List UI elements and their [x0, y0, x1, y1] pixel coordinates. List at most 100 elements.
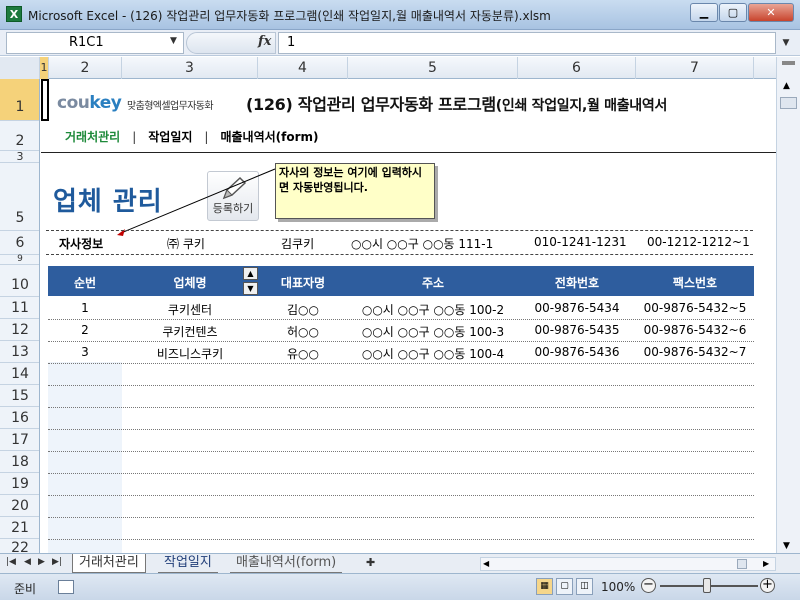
status-text: 준비 — [14, 582, 37, 596]
row-header[interactable]: 18 — [0, 451, 39, 473]
row-header[interactable]: 1 — [0, 79, 39, 121]
comment-tooltip: 자사의 정보는 여기에 입력하시면 자동반영됩니다. — [275, 163, 435, 219]
table-cell[interactable]: 허○○ — [258, 323, 348, 340]
row-header[interactable]: 15 — [0, 385, 39, 407]
table-cell[interactable]: 00-9876-5436 — [518, 345, 636, 359]
table-cell[interactable]: 쿠키컨텐츠 — [122, 323, 258, 340]
column-header[interactable]: 2 — [49, 57, 122, 79]
seq-column-fill — [48, 362, 122, 553]
row-header[interactable]: 10 — [0, 265, 39, 297]
split-handle[interactable] — [782, 61, 795, 65]
table-cell[interactable]: 00-9876-5432~5 — [636, 301, 754, 315]
sort-up-button[interactable]: ▲ — [243, 267, 258, 280]
column-header[interactable]: 6 — [518, 57, 636, 79]
row-header[interactable]: 22 — [0, 539, 39, 553]
table-cell[interactable]: 3 — [48, 345, 122, 359]
row-header[interactable]: 21 — [0, 517, 39, 539]
row-header[interactable]: 20 — [0, 495, 39, 517]
tab-sales[interactable]: 매출내역서(form) — [230, 554, 343, 573]
table-cell[interactable]: ○○시 ○○구 ○○동 100-3 — [348, 323, 518, 340]
table-cell[interactable]: 1 — [48, 301, 122, 315]
worksheet[interactable]: coukey 맞춤형엑셀업무자동화 (126) 작업관리 업무자동화 프로그램(… — [41, 79, 776, 553]
zoom-in-button[interactable]: + — [760, 578, 775, 593]
scroll-down-icon[interactable]: ▼ — [783, 541, 790, 551]
column-header[interactable]: 4 — [258, 57, 348, 79]
macro-record-icon[interactable] — [58, 580, 74, 594]
row-headers: 1 2 3 5 6 9 10 11 12 13 14 15 16 17 18 1… — [0, 79, 40, 553]
vertical-scrollbar[interactable]: ▲ ▼ — [776, 57, 800, 553]
table-cell[interactable]: 비즈니스쿠키 — [122, 345, 258, 362]
row-header[interactable]: 19 — [0, 473, 39, 495]
first-sheet-icon[interactable]: |◀ — [6, 557, 16, 567]
company-name[interactable]: ㈜ 쿠키 — [167, 235, 205, 252]
row-header[interactable]: 16 — [0, 407, 39, 429]
company-address[interactable]: ○○시 ○○구 ○○동 111-1 — [351, 235, 493, 252]
company-ceo[interactable]: 김쿠키 — [281, 235, 314, 252]
name-box[interactable]: R1C1 — [6, 32, 184, 54]
new-sheet-icon[interactable]: ✚ — [360, 554, 381, 573]
table-cell[interactable]: 00-9876-5432~6 — [636, 323, 754, 337]
sort-down-button[interactable]: ▼ — [243, 282, 258, 295]
column-label: 팩스번호 — [672, 276, 718, 290]
row-divider — [48, 495, 754, 496]
row-header[interactable]: 9 — [0, 255, 39, 265]
table-cell[interactable]: 00-9876-5434 — [518, 301, 636, 315]
row-header[interactable]: 12 — [0, 319, 39, 341]
scroll-thumb[interactable] — [780, 97, 797, 109]
table-cell[interactable]: ○○시 ○○구 ○○동 100-4 — [348, 345, 518, 362]
column-header[interactable]: 1 — [40, 57, 49, 79]
company-info-label: 자사정보 — [59, 237, 104, 251]
table-cell[interactable]: 쿠키센터 — [122, 301, 258, 318]
row-header[interactable]: 3 — [0, 151, 39, 163]
page-layout-button[interactable]: ▢ — [556, 578, 573, 595]
table-cell[interactable]: 김○○ — [258, 301, 348, 318]
maximize-button[interactable]: ▢ — [719, 3, 747, 22]
tab-partners[interactable]: 거래처관리 — [72, 554, 146, 573]
table-cell[interactable]: 유○○ — [258, 345, 348, 362]
row-header[interactable]: 13 — [0, 341, 39, 363]
close-button[interactable]: ✕ — [748, 3, 794, 22]
zoom-level[interactable]: 100% — [601, 580, 635, 594]
row-header[interactable]: 2 — [0, 121, 39, 151]
table-cell[interactable]: 00-9876-5435 — [518, 323, 636, 337]
nav-partners-link[interactable]: 거래처관리 — [65, 130, 120, 144]
table-cell[interactable]: 2 — [48, 323, 122, 337]
select-all-corner[interactable] — [0, 57, 40, 79]
coukey-logo: coukey — [57, 93, 122, 113]
divider — [46, 254, 753, 255]
row-header[interactable]: 6 — [0, 231, 39, 255]
column-header[interactable]: 7 — [636, 57, 754, 79]
scroll-up-icon[interactable]: ▲ — [783, 81, 790, 91]
column-header[interactable]: 5 — [348, 57, 518, 79]
table-cell[interactable]: 00-9876-5432~7 — [636, 345, 754, 359]
zoom-slider-thumb[interactable] — [703, 578, 711, 593]
normal-view-button[interactable]: ▦ — [536, 578, 553, 595]
company-fax[interactable]: 00-1212-1212~1 — [647, 235, 750, 249]
horizontal-scrollbar[interactable]: ◀ ▶ — [480, 557, 776, 571]
next-sheet-icon[interactable]: ▶ — [38, 557, 45, 567]
company-phone[interactable]: 010-1241-1231 — [534, 235, 627, 249]
last-sheet-icon[interactable]: ▶| — [52, 557, 62, 567]
chevron-down-icon[interactable]: ▼ — [170, 36, 177, 46]
active-cell[interactable] — [41, 79, 49, 121]
row-header[interactable]: 17 — [0, 429, 39, 451]
nav-sales-link[interactable]: 매출내역서(form) — [220, 130, 318, 144]
tab-worklog[interactable]: 작업일지 — [158, 554, 218, 573]
row-header[interactable]: 14 — [0, 363, 39, 385]
table-cell[interactable]: ○○시 ○○구 ○○동 100-2 — [348, 301, 518, 318]
logo-subtitle: 맞춤형엑셀업무자동화 — [127, 101, 214, 112]
zoom-out-button[interactable]: − — [641, 578, 656, 593]
nav-worklog-link[interactable]: 작업일지 — [148, 130, 192, 144]
page-break-button[interactable]: ◫ — [576, 578, 593, 595]
fx-icon[interactable]: fx — [258, 34, 271, 49]
formula-input[interactable]: 1 — [278, 32, 776, 54]
scroll-left-icon[interactable]: ◀ — [483, 559, 489, 568]
expand-formula-icon[interactable]: ▼ — [778, 32, 794, 54]
scroll-thumb[interactable] — [737, 559, 747, 569]
row-header[interactable]: 5 — [0, 163, 39, 231]
scroll-right-icon[interactable]: ▶ — [763, 559, 769, 568]
minimize-button[interactable]: ▁ — [690, 3, 718, 22]
column-header[interactable]: 3 — [122, 57, 258, 79]
prev-sheet-icon[interactable]: ◀ — [24, 557, 31, 567]
row-header[interactable]: 11 — [0, 297, 39, 319]
